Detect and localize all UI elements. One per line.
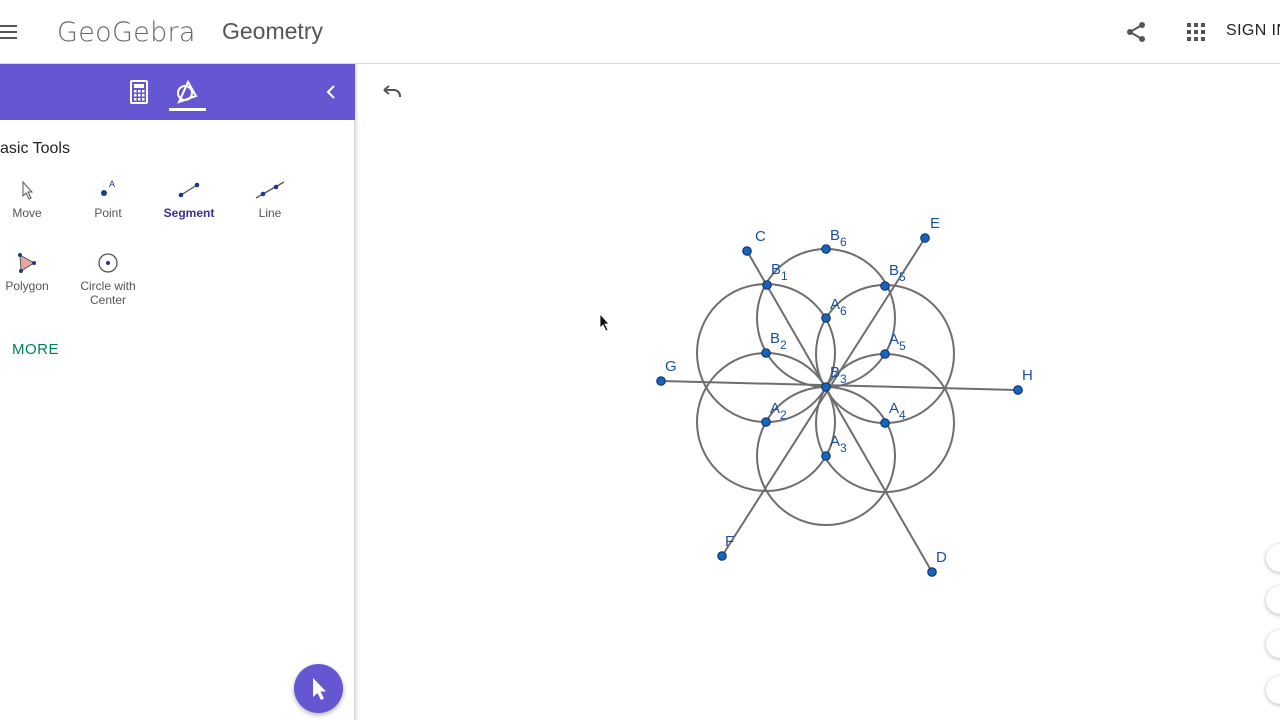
line-icon	[255, 181, 285, 199]
tool-move[interactable]: Move	[0, 178, 67, 248]
undo-icon[interactable]	[380, 83, 404, 101]
tool-label: Move	[12, 206, 42, 220]
basic-tools-heading: asic Tools	[0, 140, 70, 157]
polygon-icon	[18, 253, 36, 273]
tool-circle-with-center[interactable]: Circle with Center	[68, 251, 148, 321]
move-mode-button[interactable]	[294, 664, 343, 713]
tools-panel: asic Tools Move A Point Segment Line Pol	[0, 64, 355, 720]
app-header: GeoGebra Geometry SIGN IN	[0, 0, 1280, 64]
point-icon: A	[101, 179, 115, 196]
tool-point[interactable]: A Point	[68, 178, 148, 248]
tool-label: Circle with Center	[80, 279, 136, 307]
graphics-view[interactable]	[359, 65, 1280, 720]
share-icon[interactable]	[1124, 20, 1148, 44]
segment-icon	[178, 182, 200, 198]
move-arrow-icon	[22, 180, 34, 200]
app-title: Geometry	[222, 18, 323, 44]
active-tab-indicator	[169, 108, 206, 111]
hamburger-menu-icon[interactable]	[0, 22, 18, 42]
chevron-left-icon[interactable]	[323, 82, 339, 102]
tool-line[interactable]: Line	[230, 178, 310, 248]
tool-label: Polygon	[5, 279, 49, 293]
panel-tab-bar	[0, 64, 355, 120]
apps-grid-icon[interactable]	[1186, 22, 1206, 42]
geogebra-logo[interactable]: GeoGebra	[57, 14, 196, 50]
sign-in-button[interactable]: SIGN IN	[1226, 22, 1280, 40]
circle-with-center-icon	[98, 253, 118, 273]
tool-label: Segment	[163, 206, 215, 220]
svg-text:A: A	[109, 179, 115, 189]
calculator-icon[interactable]	[128, 80, 150, 104]
geometry-tools-icon[interactable]	[174, 78, 200, 104]
tool-label: Line	[258, 206, 282, 220]
brand-name: GeoGebra	[57, 16, 196, 48]
cursor-arrow-icon	[313, 678, 326, 700]
tool-label: Point	[94, 206, 122, 220]
tool-segment[interactable]: Segment	[149, 178, 229, 248]
tool-polygon[interactable]: Polygon	[0, 251, 67, 321]
more-tools-button[interactable]: MORE	[12, 341, 59, 358]
